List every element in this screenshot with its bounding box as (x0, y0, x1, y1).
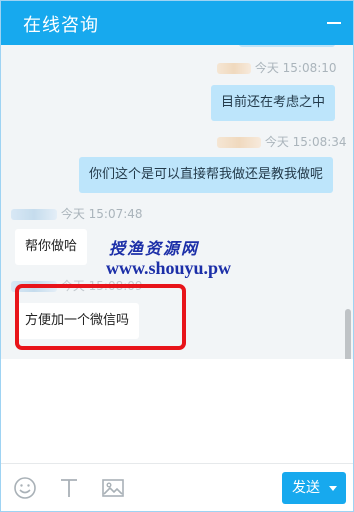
message-timestamp: 今天 15:08:34 (217, 133, 347, 150)
send-button[interactable]: 发送 (282, 472, 346, 504)
send-button-label: 发送 (292, 480, 320, 496)
input-toolbar: 发送 (1, 463, 353, 511)
minimize-icon[interactable] (327, 22, 341, 24)
image-icon[interactable] (101, 476, 125, 500)
message-list[interactable]: 今天 15:08:10 目前还在考虑之中 今天 15:08:34 你们这个是可以… (1, 45, 353, 359)
scrollbar[interactable] (345, 309, 351, 359)
outgoing-message: 目前还在考虑之中 (211, 85, 336, 121)
chat-window: 在线咨询 今天 15:08:10 目前还在考虑之中 今天 15:08:34 你们… (0, 0, 354, 512)
previous-message-edge (239, 45, 335, 47)
redacted-name (217, 137, 261, 148)
message-input[interactable] (1, 359, 353, 463)
incoming-message: 帮你做哈 (15, 229, 88, 265)
message-timestamp: 今天 15:08:10 (217, 59, 337, 76)
emoji-icon[interactable] (13, 476, 37, 500)
highlight-box (15, 284, 186, 350)
outgoing-message: 你们这个是可以直接帮我做还是教我做呢 (79, 157, 334, 193)
message-timestamp: 今天 15:07:48 (11, 205, 143, 222)
text-format-icon[interactable] (57, 476, 81, 500)
redacted-name (217, 63, 251, 74)
watermark-title: 授渔资源网 (109, 239, 200, 258)
chevron-down-icon[interactable] (329, 486, 337, 491)
redacted-name (11, 209, 57, 220)
watermark-url: www.shouyu.pw (106, 258, 232, 278)
window-title: 在线咨询 (23, 15, 99, 36)
chat-header: 在线咨询 (1, 1, 353, 45)
